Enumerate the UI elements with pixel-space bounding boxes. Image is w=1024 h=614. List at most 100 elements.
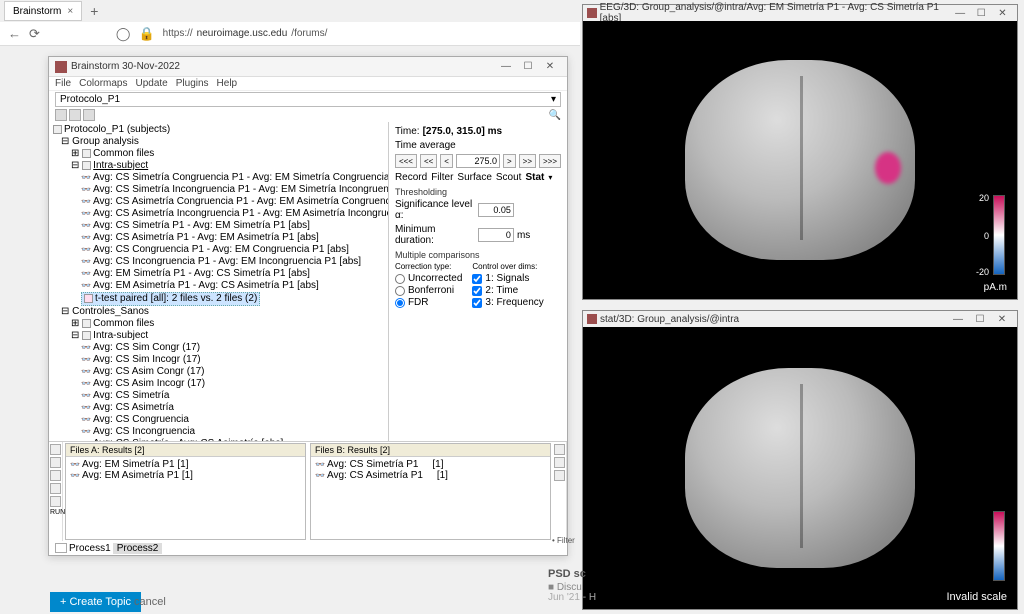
nav-next2[interactable]: >> [519,154,536,168]
tree-item[interactable]: Avg: CS Simetría P1 - Avg: EM Simetría P… [53,220,384,232]
list-item[interactable]: Avg: EM Simetría P1 [1] [70,459,301,470]
viewer1-max[interactable]: ☐ [971,8,992,19]
tree-item[interactable]: Avg: CS Asim Congr (17) [53,366,384,378]
cancel-button[interactable]: cancel [134,596,166,608]
tab-stat[interactable]: Stat [525,172,544,183]
browser-tab[interactable]: Brainstorm × [4,1,82,21]
database-tree[interactable]: Protocolo_P1 (subjects) ⊟ Group analysis… [49,122,389,441]
tree-item[interactable]: Avg: EM Simetría P1 - Avg: CS Simetría P… [53,268,384,280]
toolbar-icon-1[interactable] [55,109,67,121]
tree-item[interactable]: Avg: CS Congruencia [53,414,384,426]
proc-icon-2[interactable] [50,457,61,468]
tree-item[interactable]: Avg: CS Simetría [53,390,384,402]
tree-item[interactable]: Avg: CS Simetría Incongruencia P1 - Avg:… [53,184,384,196]
shield-icon[interactable]: ◯ [116,26,131,42]
maximize-button[interactable]: ☐ [517,61,539,72]
nav-next[interactable]: > [503,154,516,168]
files-a-box[interactable]: Files A: Results [2] Avg: EM Simetría P1… [65,443,306,540]
radio-fdr[interactable] [395,298,405,308]
tree-root[interactable]: Protocolo_P1 (subjects) [64,124,170,135]
colorbar-2[interactable] [993,511,1005,581]
viewer2-max[interactable]: ☐ [969,314,991,325]
proc-r-icon-2[interactable] [554,457,565,468]
radio-bonferroni[interactable] [395,286,405,296]
toolbar-icon-3[interactable] [83,109,95,121]
viewer1-titlebar[interactable]: EEG/3D: Group_analysis/@intra/Avg: EM Si… [583,5,1017,21]
brainstorm-titlebar[interactable]: Brainstorm 30-Nov-2022 — ☐ ✕ [49,57,567,77]
tree-item[interactable]: Avg: CS Simetría Congruencia P1 - Avg: E… [53,172,384,184]
viewer2-min[interactable]: — [947,314,969,325]
dur-input[interactable] [478,228,514,242]
radio-uncorrected[interactable] [395,274,405,284]
check-signals[interactable] [472,274,482,284]
tab-filter[interactable]: Filter [431,172,453,183]
files-b-box[interactable]: Files B: Results [2] Avg: CS Simetría P1… [310,443,551,540]
create-topic-button[interactable]: + Create Topic [50,592,141,612]
menu-help[interactable]: Help [217,78,238,89]
search-icon[interactable]: 🔍 [549,110,561,121]
check-frequency[interactable] [472,298,482,308]
nav-prev2[interactable]: << [420,154,437,168]
proc-icon-4[interactable] [50,483,61,494]
nav-prev[interactable]: < [440,154,453,168]
viewer1-min[interactable]: — [950,8,971,19]
tree-intra1[interactable]: Intra-subject [93,160,148,171]
tree-item[interactable]: Avg: CS Sim Congr (17) [53,342,384,354]
list-item[interactable]: Avg: CS Asimetría P1 [1] [315,470,546,481]
tree-common1[interactable]: Common files [93,148,154,159]
process2-tab[interactable]: Process2 [113,543,163,554]
proc-icon-5[interactable] [50,496,61,507]
menu-colormaps[interactable]: Colormaps [79,78,127,89]
tree-item[interactable]: Avg: CS Asimetría Incongruencia P1 - Avg… [53,208,384,220]
nav-last[interactable]: >>> [539,154,561,168]
sig-input[interactable] [478,203,514,217]
proc-r-icon-1[interactable] [554,444,565,455]
tree-item[interactable]: Avg: EM Asimetría P1 - Avg: CS Asimetría… [53,280,384,292]
tree-item[interactable]: Avg: CS Incongruencia [53,426,384,438]
proc-tab-icon[interactable] [55,543,67,553]
toolbar-icon-2[interactable] [69,109,81,121]
viewer1-close[interactable]: ✕ [992,8,1013,19]
tree-intra2[interactable]: Intra-subject [93,330,148,341]
viewer1-canvas[interactable]: 20 0 -20 pA.m [583,21,1017,299]
brain-model-2[interactable] [685,368,915,568]
list-item[interactable]: Avg: CS Simetría P1 [1] [315,459,546,470]
minimize-button[interactable]: — [495,61,517,72]
tree-item[interactable]: Avg: CS Asim Incogr (17) [53,378,384,390]
menu-plugins[interactable]: Plugins [176,78,209,89]
proc-icon-1[interactable] [50,444,61,455]
url-display[interactable]: https://neuroimage.usc.edu/forums/ [163,28,328,39]
tree-item[interactable]: Avg: CS Asimetría [53,402,384,414]
process1-tab[interactable]: Process1 [69,543,111,554]
tree-common2[interactable]: Common files [93,318,154,329]
tree-controles[interactable]: Controles_Sanos [72,306,149,317]
tree-item[interactable]: Avg: CS Asimetría Congruencia P1 - Avg: … [53,196,384,208]
menu-file[interactable]: File [55,78,71,89]
viewer2-titlebar[interactable]: stat/3D: Group_analysis/@intra — ☐ ✕ [583,311,1017,327]
tree-group[interactable]: Group analysis [72,136,139,147]
viewer2-close[interactable]: ✕ [991,314,1013,325]
tree-item[interactable]: Avg: CS Congruencia P1 - Avg: EM Congrue… [53,244,384,256]
brain-model-1[interactable] [685,60,915,260]
time-input[interactable] [456,154,500,168]
tab-scout[interactable]: Scout [496,172,522,183]
menu-update[interactable]: Update [135,78,167,89]
list-item[interactable]: Avg: EM Asimetría P1 [1] [70,470,301,481]
reload-button[interactable]: ⟳ [29,26,40,42]
tab-close-icon[interactable]: × [67,6,73,17]
viewer2-canvas[interactable]: Invalid scale [583,327,1017,609]
proc-icon-3[interactable] [50,470,61,481]
nav-first[interactable]: <<< [395,154,417,168]
close-button[interactable]: ✕ [539,61,561,72]
tree-highlight[interactable]: t-test paired [all]: 2 files vs. 2 files… [95,293,257,304]
tab-record[interactable]: Record [395,172,427,183]
tree-item[interactable]: Avg: CS Sim Incogr (17) [53,354,384,366]
back-button[interactable]: ← [8,26,21,41]
run-button[interactable]: RUN [50,509,61,516]
tree-item[interactable]: Avg: CS Incongruencia P1 - Avg: EM Incon… [53,256,384,268]
tree-item[interactable]: Avg: CS Asimetría P1 - Avg: EM Asimetría… [53,232,384,244]
check-time[interactable] [472,286,482,296]
colorbar[interactable] [993,195,1005,275]
protocol-dropdown[interactable]: Protocolo_P1 ▾ [55,92,561,107]
tab-surface[interactable]: Surface [457,172,491,183]
